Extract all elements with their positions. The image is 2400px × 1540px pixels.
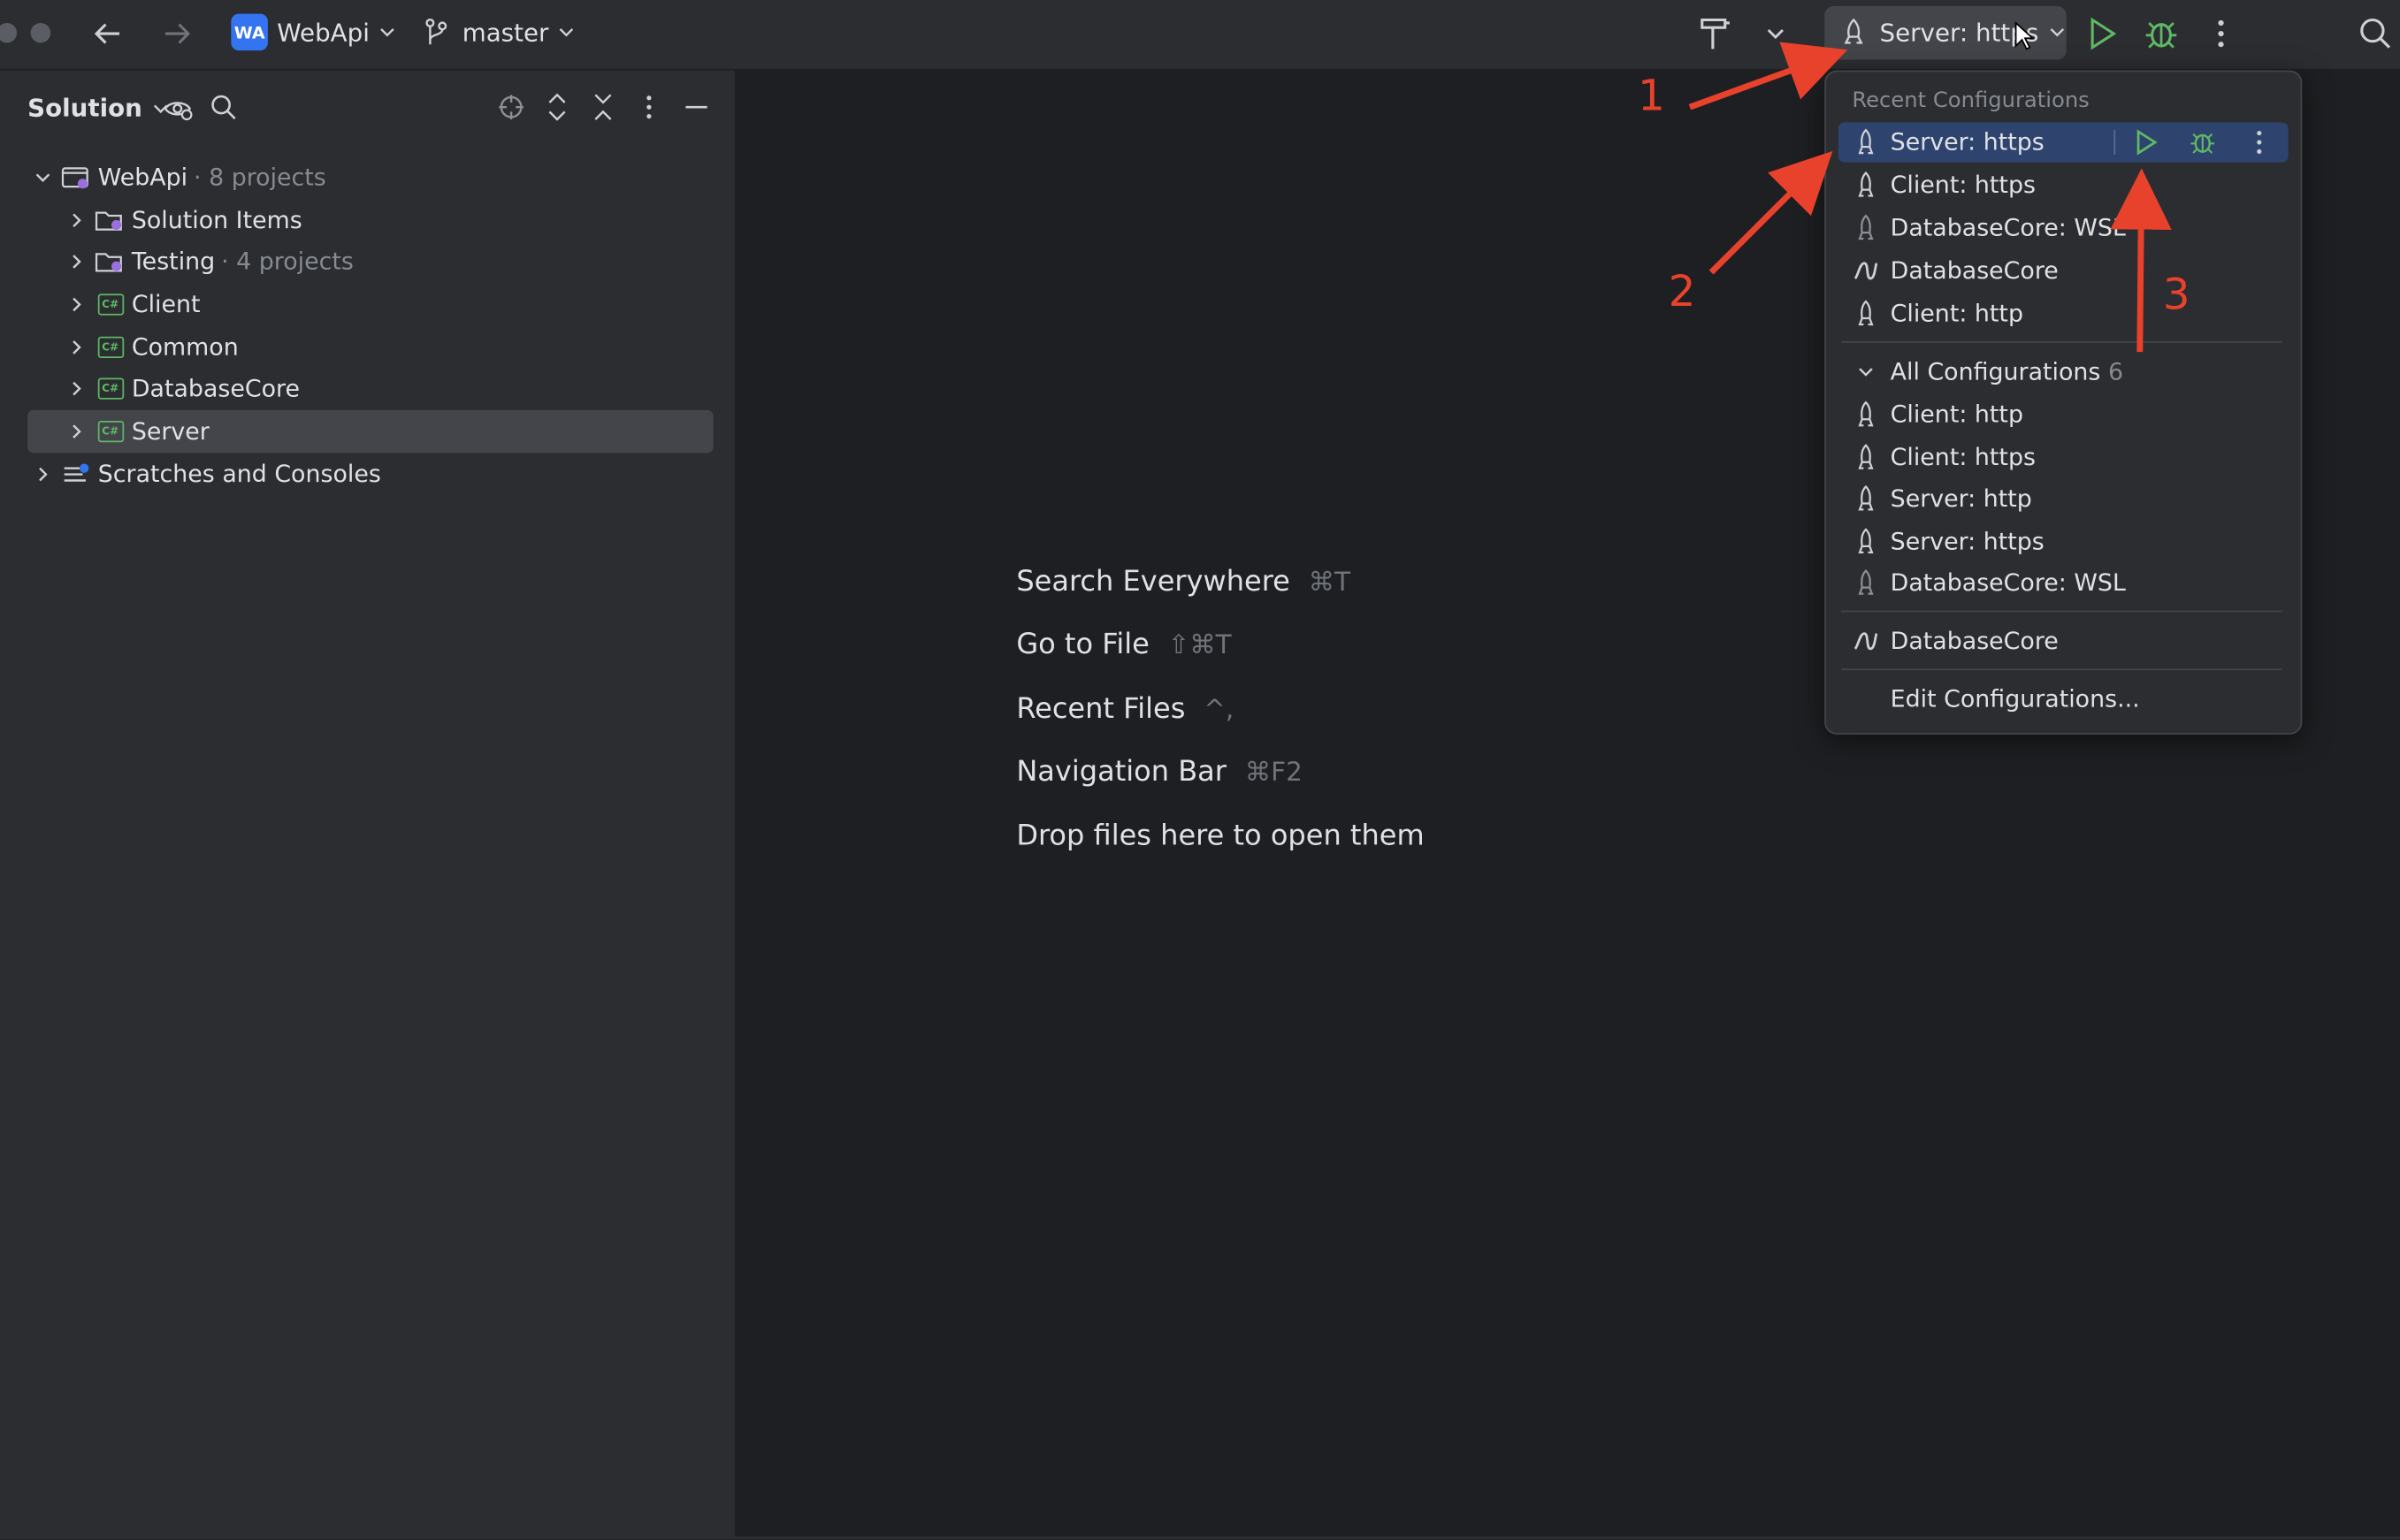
annotation-label-1: 1 — [1638, 70, 1665, 121]
annotation-label-2: 2 — [1668, 266, 1696, 317]
ide-window: WA WebApi master Server: https Solution … — [0, 0, 2400, 1540]
annotation-arrow-3 — [2110, 168, 2172, 353]
annotation-label-3: 3 — [2162, 269, 2190, 320]
annotation-arrow-1 — [1688, 42, 1848, 111]
annotation-arrows — [1688, 42, 2172, 353]
annotation-arrow-2 — [1708, 150, 1833, 275]
